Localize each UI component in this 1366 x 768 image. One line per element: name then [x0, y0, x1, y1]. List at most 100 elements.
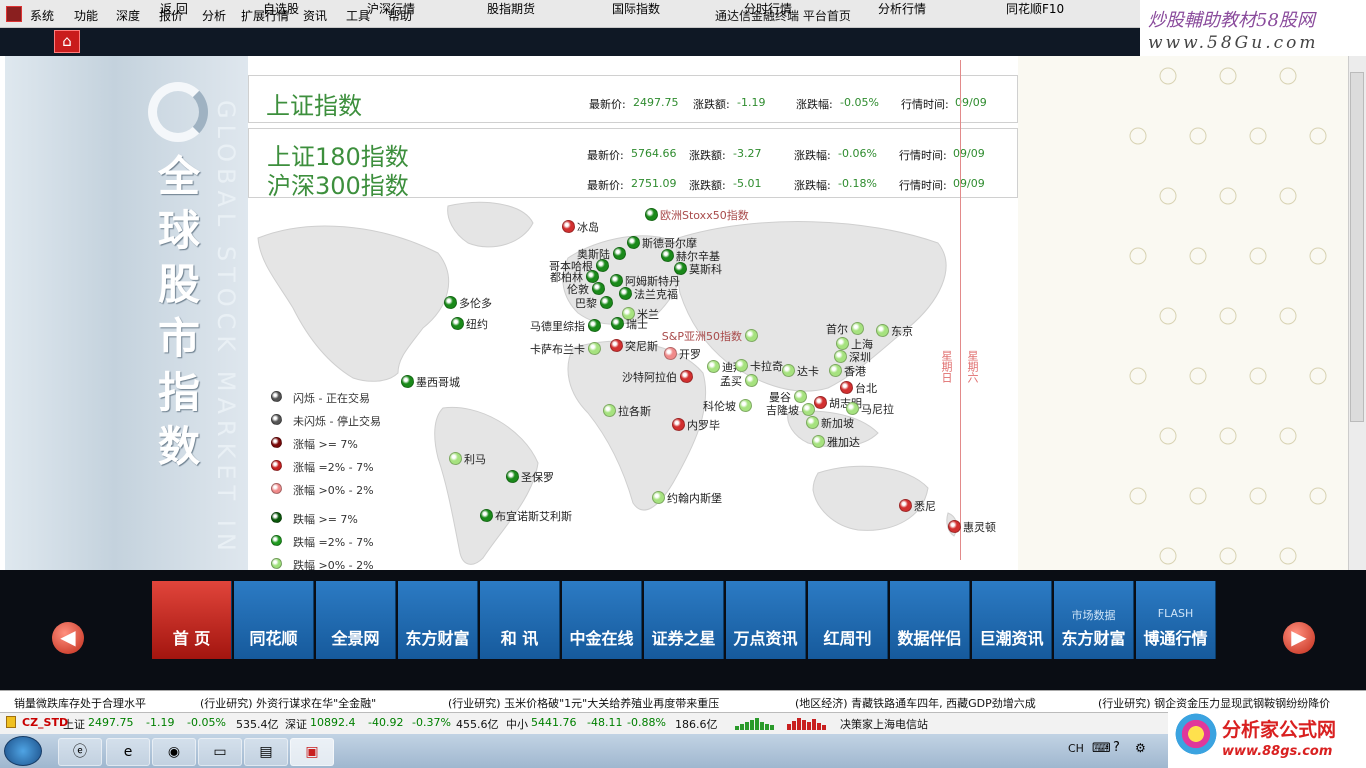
hs300-name[interactable]: 沪深300指数 — [267, 166, 409, 201]
city-label[interactable]: 达卡 — [797, 363, 819, 379]
city-marker-dot[interactable] — [707, 360, 720, 373]
tray-settings-icon[interactable]: ⚙ — [1135, 741, 1146, 755]
city-label[interactable]: 布宜诺斯艾利斯 — [495, 508, 572, 524]
nav-button[interactable]: 首 页 — [152, 581, 232, 659]
city-marker-dot[interactable] — [596, 259, 609, 272]
city-marker-dot[interactable] — [739, 399, 752, 412]
city-marker-dot[interactable] — [834, 350, 847, 363]
city-label[interactable]: 法兰克福 — [634, 286, 678, 302]
city-marker-dot[interactable] — [680, 370, 693, 383]
city-marker-dot[interactable] — [782, 364, 795, 377]
city-marker-dot[interactable] — [851, 322, 864, 335]
city-marker-dot[interactable] — [829, 364, 842, 377]
city-marker-dot[interactable] — [745, 329, 758, 342]
city-marker-dot[interactable] — [562, 220, 575, 233]
nav-button[interactable]: FLASH 博通行情 — [1136, 581, 1216, 659]
city-label[interactable]: 冰岛 — [577, 219, 599, 235]
city-label[interactable]: S&P亚洲50指数 — [662, 328, 742, 344]
scrollbar-thumb[interactable] — [1350, 72, 1364, 422]
folder-icon[interactable]: ▭ — [198, 738, 242, 766]
nav-next-arrow-icon[interactable]: ▶ — [1283, 622, 1315, 654]
city-label[interactable]: 上海 — [851, 336, 873, 352]
city-label[interactable]: 马德里综指 — [530, 318, 585, 334]
city-label[interactable]: 卡萨布兰卡 — [530, 341, 585, 357]
ie-icon[interactable]: ⓔ — [58, 738, 102, 766]
help-icon[interactable]: ? — [1113, 740, 1120, 755]
city-marker-dot[interactable] — [588, 342, 601, 355]
nav-button[interactable]: 证券之星 — [644, 581, 724, 659]
nav-button[interactable]: 东方财富 — [398, 581, 478, 659]
city-marker-dot[interactable] — [600, 296, 613, 309]
nav-button[interactable]: 和 讯 — [480, 581, 560, 659]
city-marker-dot[interactable] — [814, 396, 827, 409]
tab-analysis[interactable]: 分析行情 — [878, 0, 926, 17]
city-marker-dot[interactable] — [645, 208, 658, 221]
tray-ime[interactable]: CH — [1068, 742, 1084, 755]
city-marker-dot[interactable] — [451, 317, 464, 330]
menu-item-news[interactable]: 资讯 — [303, 7, 327, 24]
city-label[interactable]: 科伦坡 — [703, 398, 736, 414]
tab-intl-index[interactable]: 国际指数 — [612, 0, 660, 17]
ticker-item[interactable]: (行业研究) 外资行谋求在华"全金融" — [200, 695, 376, 711]
city-marker-dot[interactable] — [480, 509, 493, 522]
nav-button[interactable]: 市场数据 东方财富 — [1054, 581, 1134, 659]
city-marker-dot[interactable] — [588, 319, 601, 332]
city-marker-dot[interactable] — [664, 347, 677, 360]
chrome-icon[interactable]: ◉ — [152, 738, 196, 766]
city-label[interactable]: 圣保罗 — [521, 469, 554, 485]
city-marker-dot[interactable] — [627, 236, 640, 249]
nav-button[interactable]: 同花顺 — [234, 581, 314, 659]
city-marker-dot[interactable] — [802, 403, 815, 416]
menu-item-depth[interactable]: 深度 — [116, 7, 140, 24]
city-marker-dot[interactable] — [840, 381, 853, 394]
city-label[interactable]: 拉各斯 — [618, 403, 651, 419]
city-label[interactable]: 惠灵顿 — [963, 519, 996, 535]
city-marker-dot[interactable] — [592, 282, 605, 295]
app-logo-icon[interactable] — [6, 6, 22, 22]
city-marker-dot[interactable] — [603, 404, 616, 417]
menu-item-analysis[interactable]: 分析 — [202, 7, 226, 24]
city-label[interactable]: 卡拉奇 — [750, 358, 783, 374]
ticker-item[interactable]: (行业研究) 钢企资金压力显现武钢鞍钢纷纷降价 — [1098, 695, 1330, 711]
city-marker-dot[interactable] — [876, 324, 889, 337]
city-marker-dot[interactable] — [735, 359, 748, 372]
city-marker-dot[interactable] — [846, 402, 859, 415]
ticker-item[interactable]: 销量微跌库存处于合理水平 — [14, 695, 146, 711]
status-tag[interactable]: CZ_STD — [22, 716, 68, 729]
city-label[interactable]: 新加坡 — [821, 415, 854, 431]
nav-button[interactable]: 全景网 — [316, 581, 396, 659]
city-label[interactable]: 孟买 — [720, 373, 742, 389]
city-label[interactable]: 台北 — [855, 380, 877, 396]
city-label[interactable]: 吉隆坡 — [766, 402, 799, 418]
city-marker-dot[interactable] — [449, 452, 462, 465]
book-icon[interactable]: ▤ — [244, 738, 288, 766]
sh-index-name[interactable]: 上证指数 — [266, 86, 362, 121]
city-marker-dot[interactable] — [812, 435, 825, 448]
tab-futures[interactable]: 股指期货 — [487, 0, 535, 17]
news-ticker[interactable]: 销量微跌库存处于合理水平 (行业研究) 外资行谋求在华"全金融" (行业研究) … — [0, 690, 1366, 712]
city-label[interactable]: 莫斯科 — [689, 261, 722, 277]
home-icon[interactable]: ⌂ — [54, 30, 80, 53]
city-marker-dot[interactable] — [652, 491, 665, 504]
nav-button[interactable]: 中金在线 — [562, 581, 642, 659]
city-label[interactable]: 首尔 — [826, 321, 848, 337]
city-label[interactable]: 欧洲Stoxx50指数 — [660, 207, 749, 223]
keyboard-icon[interactable]: ⌨ — [1092, 741, 1111, 756]
city-label[interactable]: 雅加达 — [827, 434, 860, 450]
city-label[interactable]: 沙特阿拉伯 — [622, 369, 677, 385]
nav-button[interactable]: 万点资讯 — [726, 581, 806, 659]
city-label[interactable]: 内罗毕 — [687, 417, 720, 433]
city-marker-dot[interactable] — [401, 375, 414, 388]
city-label[interactable]: 马尼拉 — [861, 401, 894, 417]
city-marker-dot[interactable] — [948, 520, 961, 533]
nav-button[interactable]: 红周刊 — [808, 581, 888, 659]
menu-item-function[interactable]: 功能 — [74, 7, 98, 24]
city-label[interactable]: 约翰内斯堡 — [667, 490, 722, 506]
browser-icon[interactable]: e — [106, 738, 150, 766]
tab-back[interactable]: 返 回 — [160, 0, 188, 17]
city-label[interactable]: 悉尼 — [914, 498, 936, 514]
windows-icon[interactable] — [4, 736, 42, 766]
city-marker-dot[interactable] — [619, 287, 632, 300]
city-label[interactable]: 瑞士 — [626, 316, 648, 332]
tdx-icon[interactable]: ▣ — [290, 738, 334, 766]
